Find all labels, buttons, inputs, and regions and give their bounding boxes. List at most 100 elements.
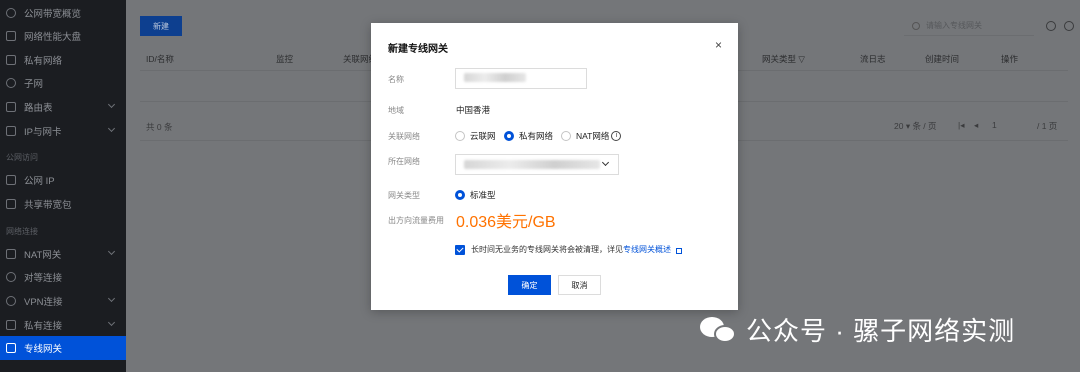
sidebar-item-shared-bandwidth[interactable]: 共享带宽包 xyxy=(0,192,126,216)
sidebar-item-peering[interactable]: 对等连接 xyxy=(0,265,126,289)
dialog-title: 新建专线网关 xyxy=(388,44,448,55)
region-label: 地域 xyxy=(388,106,404,115)
vpc-label: 所在网络 xyxy=(388,157,420,166)
radio-label: 标准型 xyxy=(470,190,496,200)
package-icon xyxy=(6,199,16,209)
agreement-text: 长时间无业务的专线网关将会被清理，详见 xyxy=(471,245,623,254)
radio-selected-icon xyxy=(455,190,465,200)
peering-icon xyxy=(6,272,16,282)
gateway-icon xyxy=(6,343,16,353)
gear-icon[interactable] xyxy=(1064,21,1074,31)
search-placeholder: 请输入专线网关 xyxy=(926,21,982,30)
column-header-created-time: 创建时间 xyxy=(925,54,960,64)
radio-standard[interactable]: 标准型 xyxy=(455,189,496,201)
traffic-fee-value: 0.036美元/GB xyxy=(456,214,556,231)
radio-label: 私有网络 xyxy=(519,131,554,141)
create-dc-gateway-dialog: 新建专线网关 × 名称 地域 中国香港 关联网络 云联网 私有网络 NAT网络 i… xyxy=(371,23,738,310)
sidebar-item-label: 私有连接 xyxy=(24,321,63,332)
sidebar-item-label: NAT网关 xyxy=(24,250,62,261)
chevron-down-icon xyxy=(107,124,116,133)
sidebar-item-label: 专线网关 xyxy=(24,344,63,355)
sidebar-item-label: 路由表 xyxy=(24,103,53,114)
checkbox-checked-icon[interactable] xyxy=(455,244,465,255)
first-page-button[interactable]: |◂ xyxy=(958,120,964,131)
sidebar-item-public-ip[interactable]: 公网 IP xyxy=(0,168,126,192)
column-header-gateway-type[interactable]: 网关类型 ▽ xyxy=(762,53,805,65)
chevron-down-icon xyxy=(107,100,116,109)
route-icon xyxy=(6,102,16,112)
page-size-select[interactable]: 20 ▾ 条 / 页 xyxy=(894,120,937,132)
sidebar-group-public-access: 公网访问 xyxy=(6,153,38,162)
sidebar-item-label: IP与网卡 xyxy=(24,127,62,138)
gateway-type-label: 网关类型 xyxy=(388,191,420,200)
vpc-select[interactable] xyxy=(455,154,619,175)
sidebar-item-route-table[interactable]: 路由表 xyxy=(0,95,126,119)
sidebar-item-label: 子网 xyxy=(24,79,44,90)
column-header-monitor: 监控 xyxy=(276,54,294,64)
blurred-value xyxy=(464,73,526,82)
sidebar: 公网带宽概览 网络性能大盘 私有网络 子网 路由表 IP与网卡 公网访问 公网 … xyxy=(0,0,126,372)
network-label: 关联网络 xyxy=(388,132,420,141)
name-input[interactable] xyxy=(455,68,587,89)
cloud-icon xyxy=(6,55,16,65)
dc-gateway-overview-link[interactable]: 专线网关概述 xyxy=(623,244,671,255)
sidebar-item-vpn[interactable]: VPN连接 xyxy=(0,289,126,313)
region-value: 中国香港 xyxy=(456,105,491,115)
prev-page-button[interactable]: ◂ xyxy=(974,120,978,131)
close-icon[interactable]: × xyxy=(715,39,722,51)
agreement-checkbox-row[interactable]: 长时间无业务的专线网关将会被清理，详见 专线网关概述 xyxy=(455,244,682,255)
nic-icon xyxy=(6,126,16,136)
nat-icon xyxy=(6,249,16,259)
filter-icon[interactable]: ▽ xyxy=(798,54,805,64)
sidebar-item-label: VPN连接 xyxy=(24,297,63,308)
sidebar-item-label: 公网带宽概览 xyxy=(24,9,82,20)
cancel-button[interactable]: 取消 xyxy=(558,275,601,295)
watermark: 公众号 · 骡子网络实测 xyxy=(700,311,1015,348)
sidebar-item-label: 公网 IP xyxy=(24,176,55,187)
radio-nat[interactable]: NAT网络 i xyxy=(561,130,622,142)
traffic-fee-label: 出方向流量费用 xyxy=(388,216,444,225)
sidebar-item-label: 网络性能大盘 xyxy=(24,32,82,43)
radio-vpc[interactable]: 私有网络 xyxy=(504,130,553,142)
sidebar-item-private-link[interactable]: 私有连接 xyxy=(0,313,126,337)
confirm-button[interactable]: 确定 xyxy=(508,275,551,295)
column-header-id-name: ID/名称 xyxy=(146,54,174,64)
search-input[interactable]: 请输入专线网关 xyxy=(904,16,1034,36)
column-header-flow-log: 流日志 xyxy=(860,54,886,64)
sidebar-item-bandwidth-overview[interactable]: 公网带宽概览 xyxy=(0,1,126,25)
sidebar-item-label: 私有网络 xyxy=(24,56,63,67)
globe-icon xyxy=(6,78,16,88)
vpn-icon xyxy=(6,296,16,306)
column-header-actions: 操作 xyxy=(1001,54,1019,64)
sidebar-item-network-performance[interactable]: 网络性能大盘 xyxy=(0,24,126,48)
link-icon xyxy=(6,320,16,330)
radio-ccn[interactable]: 云联网 xyxy=(455,130,496,142)
refresh-icon[interactable] xyxy=(1046,21,1056,31)
chevron-down-icon xyxy=(107,247,116,256)
sidebar-item-ip-nic[interactable]: IP与网卡 xyxy=(0,119,126,143)
radio-label: 云联网 xyxy=(470,131,496,141)
chevron-down-icon xyxy=(601,158,610,167)
bandwidth-icon xyxy=(6,8,16,18)
ip-icon xyxy=(6,175,16,185)
page-number-input[interactable]: 1 xyxy=(992,120,997,130)
watermark-text: 公众号 · 骡子网络实测 xyxy=(746,316,1016,346)
info-icon[interactable]: i xyxy=(611,131,622,141)
sidebar-item-subnet[interactable]: 子网 xyxy=(0,71,126,95)
gateway-type-text: 网关类型 xyxy=(762,54,797,64)
sidebar-item-nat-gateway[interactable]: NAT网关 xyxy=(0,242,126,266)
sidebar-group-network-connection: 网络连接 xyxy=(6,227,38,236)
page-total: / 1 页 xyxy=(1037,121,1058,131)
external-link-icon xyxy=(676,247,682,254)
wechat-icon xyxy=(700,315,736,345)
radio-label: NAT网络 xyxy=(576,131,610,141)
search-icon xyxy=(912,21,920,30)
chevron-down-icon xyxy=(107,318,116,327)
sidebar-item-vpc[interactable]: 私有网络 xyxy=(0,48,126,72)
sidebar-item-dc-gateway[interactable]: 专线网关 xyxy=(0,336,126,360)
new-button[interactable]: 新建 xyxy=(140,16,182,36)
total-count: 共 0 条 xyxy=(146,122,173,132)
chevron-down-icon xyxy=(107,294,116,303)
radio-selected-icon xyxy=(504,131,514,141)
name-label: 名称 xyxy=(388,75,404,84)
